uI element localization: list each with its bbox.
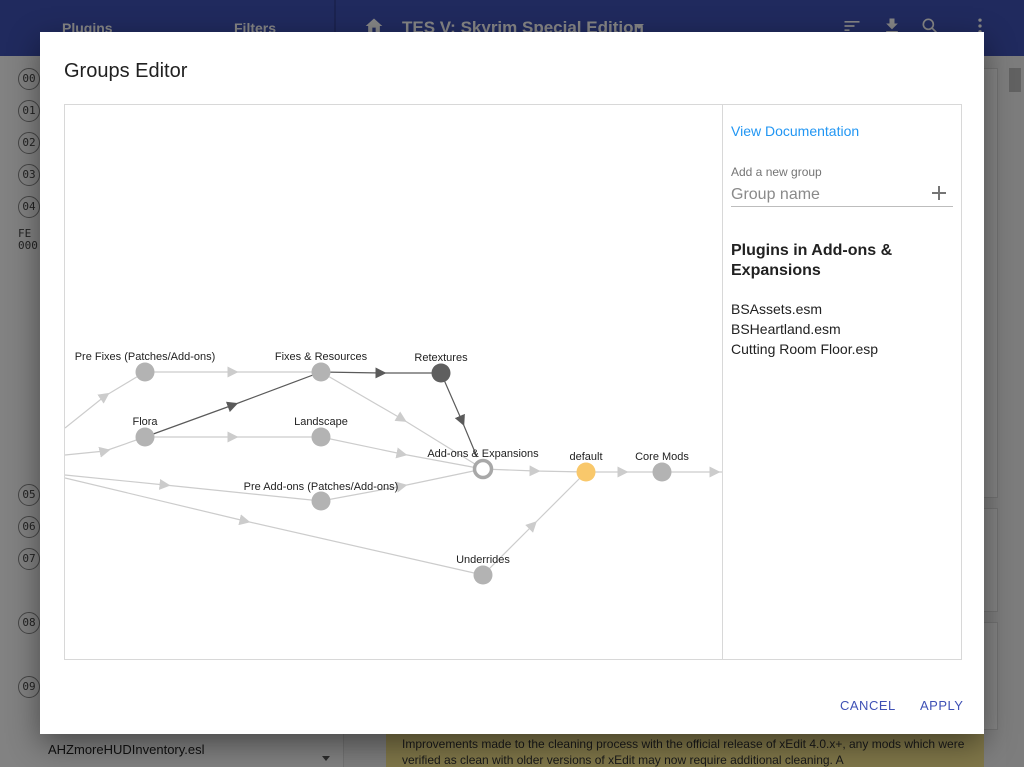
graph-node-fixes-resources[interactable] [311,362,331,382]
graph-node-landscape[interactable] [311,427,331,447]
graph-node-underrides[interactable] [473,565,493,585]
list-item: BSAssets.esm [731,301,823,317]
graph-node-retextures[interactable] [431,363,451,383]
node-label: Fixes & Resources [275,351,368,363]
graph-node-flora[interactable] [135,427,155,447]
list-item: Cutting Room Floor.esp [731,341,879,357]
graph-edge [65,436,146,458]
graph-node-core-mods[interactable] [652,462,672,482]
group-graph-canvas[interactable]: Pre Fixes (Patches/Add-ons) Fixes & Reso… [65,105,722,659]
group-name-input[interactable] [731,183,929,207]
node-label: Add-ons & Expansions [427,448,539,460]
cancel-button[interactable]: CANCEL [840,698,896,713]
graph-node-pre-fixes[interactable] [135,362,155,382]
input-underline [929,206,953,207]
node-label: Underrides [456,554,510,566]
node-label: Core Mods [635,451,689,463]
groups-editor-dialog: Groups Editor Pre Fixes (Patches/Add-ons… [40,32,984,734]
node-label: Pre Fixes (Patches/Add-ons) [75,351,216,363]
group-graph[interactable]: Pre Fixes (Patches/Add-ons) Fixes & Reso… [65,105,722,659]
apply-button[interactable]: APPLY [920,698,963,713]
list-item: BSHeartland.esm [731,321,841,337]
node-label: default [569,451,602,463]
add-icon[interactable] [931,185,947,201]
node-label: Retextures [414,352,468,364]
view-documentation-link[interactable]: View Documentation [731,123,859,139]
groups-editor: Pre Fixes (Patches/Add-ons) Fixes & Reso… [64,104,962,660]
node-label: Pre Add-ons (Patches/Add-ons) [244,481,399,493]
add-group-label: Add a new group [731,165,822,179]
node-label: Landscape [294,416,348,428]
group-details-panel: View Documentation Add a new group Plugi… [722,105,961,659]
plugins-heading: Plugins in Add-ons & Expansions [731,242,893,279]
node-label: Flora [132,416,158,428]
graph-node-add-ons-expansions[interactable] [472,458,494,480]
dialog-title: Groups Editor [64,60,188,82]
graph-node-default[interactable] [576,462,596,482]
graph-edge [482,465,587,477]
graph-edge [320,367,441,379]
graph-edge [440,372,478,458]
graph-node-pre-add-ons[interactable] [311,491,331,511]
group-plugin-list: BSAssets.esm BSHeartland.esm Cutting Roo… [731,299,878,359]
